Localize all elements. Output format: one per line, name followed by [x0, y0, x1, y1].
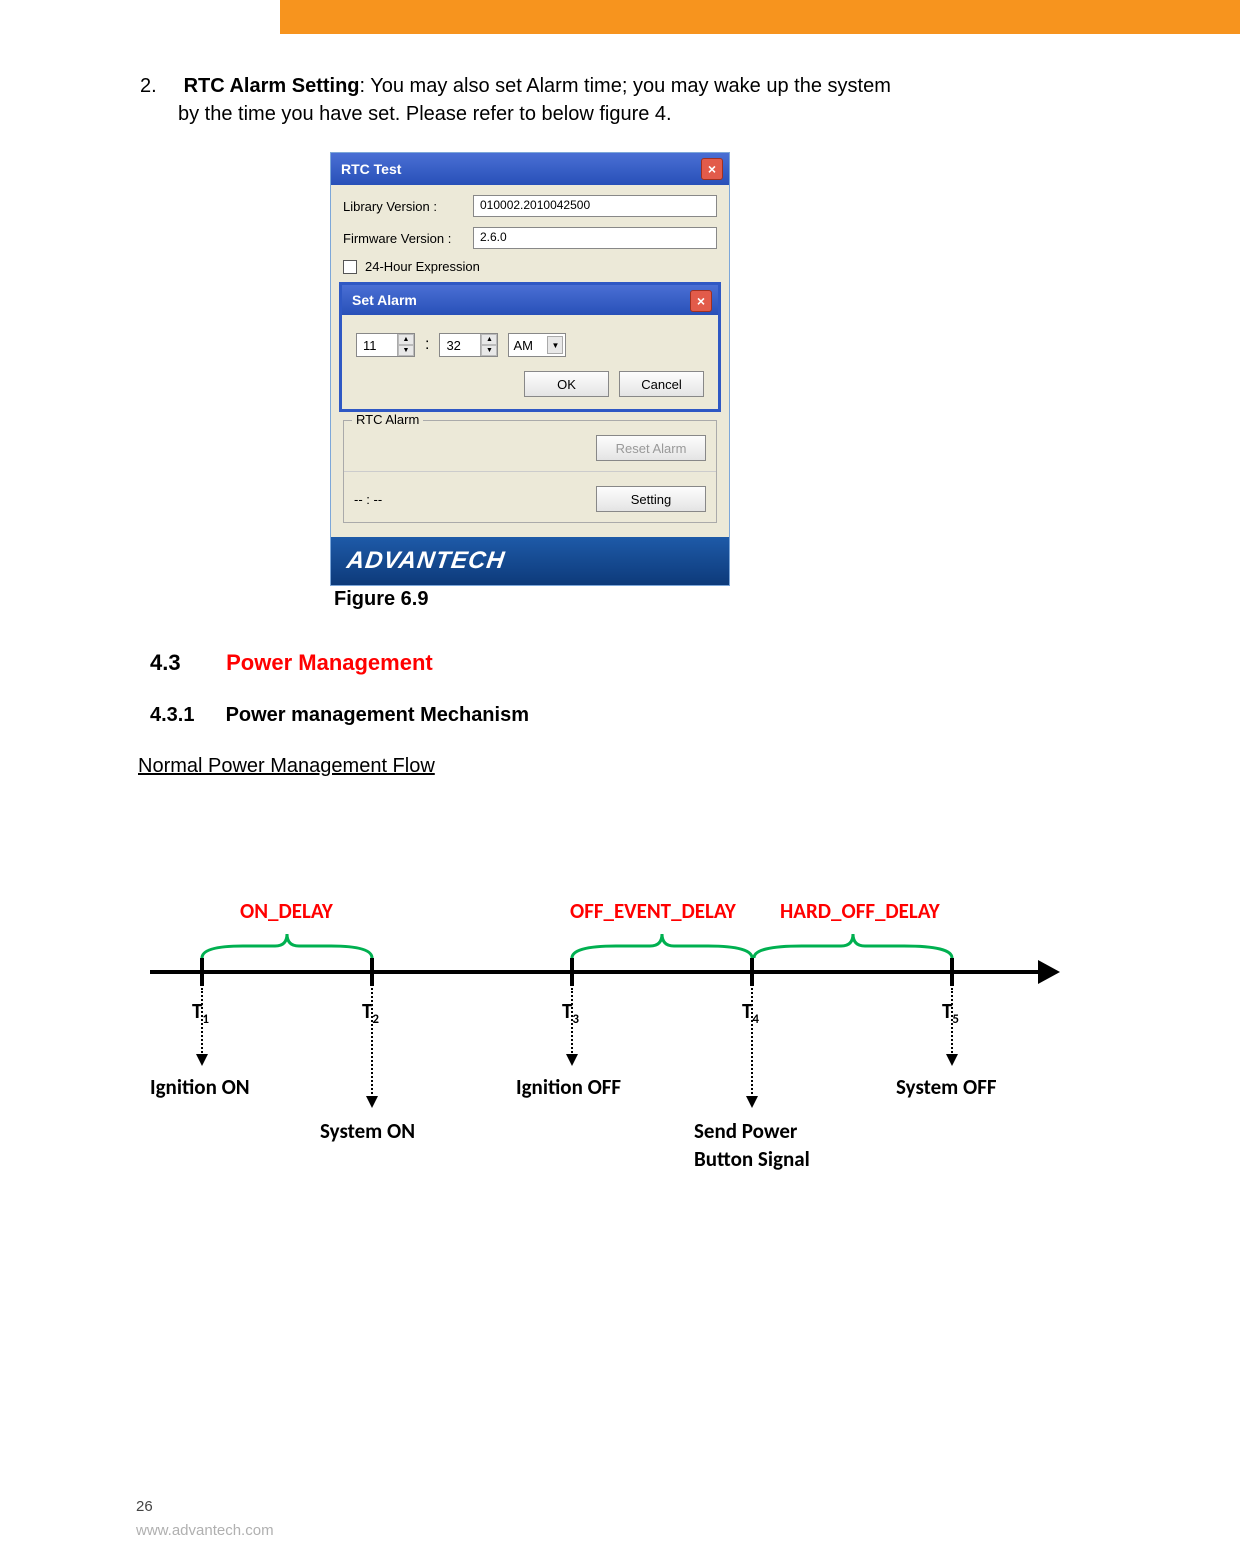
dash-t1: [201, 988, 203, 1056]
arrow-t1-icon: [196, 1054, 208, 1066]
event-ignition-on: Ignition ON: [150, 1074, 250, 1100]
alarm-inputs: 11 ▲ ▼ : 32 ▲ ▼: [356, 333, 704, 357]
chk-24h[interactable]: [343, 260, 357, 274]
ok-button[interactable]: OK: [524, 371, 609, 397]
arrow-t3-icon: [566, 1054, 578, 1066]
advantech-logo: ADVANTECH: [347, 547, 505, 575]
dash-t5: [951, 988, 953, 1056]
brace-hard-off: [752, 932, 954, 965]
ampm-val: AM: [513, 338, 533, 353]
content-area: 2. RTC Alarm Setting: You may also set A…: [140, 72, 1020, 128]
set-alarm-dialog: Set Alarm × 11 ▲ ▼ :: [339, 282, 721, 412]
lib-input[interactable]: 010002.2010042500: [473, 195, 717, 217]
event-ignition-off: Ignition OFF: [516, 1074, 621, 1100]
hour-val[interactable]: 11: [357, 338, 397, 353]
chevron-down-icon[interactable]: ▼: [547, 336, 563, 354]
ampm-select[interactable]: AM ▼: [508, 333, 566, 357]
timeline-axis: [150, 970, 1040, 974]
label-on-delay: ON_DELAY: [240, 898, 333, 924]
event-send-power-1: Send Power: [694, 1118, 797, 1144]
rtc-alarm-group: RTC Alarm Reset Alarm -- : -- Setting: [343, 420, 717, 523]
section-block: 4.3 Power Management 4.3.1 Power managem…: [150, 650, 1030, 818]
arrow-t2-icon: [366, 1096, 378, 1108]
min-spinner[interactable]: 32 ▲ ▼: [439, 333, 498, 357]
hour-down-icon[interactable]: ▼: [398, 345, 414, 356]
rtc-alarm-row1: Reset Alarm: [344, 421, 716, 472]
figure-caption: Figure 6.9: [334, 588, 730, 611]
rtc-alarm-row2: -- : -- Setting: [344, 472, 716, 522]
arrow-t4-icon: [746, 1096, 758, 1108]
section-heading: 4.3 Power Management: [150, 650, 1030, 676]
hour-spinner[interactable]: 11 ▲ ▼: [356, 333, 415, 357]
timeline-diagram: ON_DELAY OFF_EVENT_DELAY HARD_OFF_DELAY …: [150, 870, 1070, 1210]
rtc-title-text: RTC Test: [341, 161, 401, 177]
setting-button[interactable]: Setting: [596, 486, 706, 512]
lib-row: Library Version : 010002.2010042500: [343, 195, 717, 217]
alarm-dashes: -- : --: [354, 492, 382, 507]
step-cont: by the time you have set. Please refer t…: [178, 100, 1020, 128]
section-title: Power Management: [226, 650, 433, 675]
rtc-body: Library Version : 010002.2010042500 Firm…: [331, 185, 729, 537]
fw-label: Firmware Version :: [343, 231, 473, 246]
step-number: 2.: [140, 72, 178, 100]
alarm-close-icon[interactable]: ×: [690, 290, 712, 312]
min-down-icon[interactable]: ▼: [481, 345, 497, 356]
subsection-num: 4.3.1: [150, 704, 220, 727]
alarm-titlebar: Set Alarm ×: [342, 285, 718, 315]
subsection-title: Power management Mechanism: [226, 704, 529, 726]
subsection-heading: 4.3.1 Power management Mechanism: [150, 704, 1030, 727]
section-num: 4.3: [150, 650, 220, 676]
min-val[interactable]: 32: [440, 338, 480, 353]
label-hard-off-delay: HARD_OFF_DELAY: [780, 898, 940, 924]
dash-t4: [751, 988, 753, 1098]
hour-up-icon[interactable]: ▲: [398, 334, 414, 345]
advantech-footer: ADVANTECH: [331, 537, 729, 585]
alarm-body: 11 ▲ ▼ : 32 ▲ ▼: [342, 315, 718, 409]
event-system-on: System ON: [320, 1118, 415, 1144]
flow-heading: Normal Power Management Flow: [138, 755, 1030, 778]
event-send-power-2: Button Signal: [694, 1146, 810, 1172]
arrow-t5-icon: [946, 1054, 958, 1066]
footer-url: www.advantech.com: [136, 1522, 274, 1539]
alarm-title-text: Set Alarm: [352, 292, 417, 308]
rtc-window: RTC Test × Library Version : 010002.2010…: [330, 152, 730, 586]
dash-t3: [571, 988, 573, 1056]
header-white-block: [0, 0, 280, 34]
fw-row: Firmware Version : 2.6.0: [343, 227, 717, 249]
min-up-icon[interactable]: ▲: [481, 334, 497, 345]
rtc-alarm-group-label: RTC Alarm: [352, 412, 423, 427]
alarm-btn-row: OK Cancel: [356, 371, 704, 397]
time-colon: :: [425, 336, 429, 354]
step-line: 2. RTC Alarm Setting: You may also set A…: [140, 72, 1020, 100]
page-number: 26: [136, 1498, 153, 1515]
brace-on-delay: [200, 932, 374, 965]
rtc-window-wrap: RTC Test × Library Version : 010002.2010…: [330, 152, 730, 611]
dash-t2: [371, 988, 373, 1098]
label-off-event-delay: OFF_EVENT_DELAY: [570, 898, 736, 924]
chk-row: 24-Hour Expression: [343, 259, 717, 274]
step-text: RTC Alarm Setting: You may also set Alar…: [184, 75, 891, 97]
brace-off-event: [570, 932, 754, 965]
min-spin-btns: ▲ ▼: [480, 334, 497, 356]
event-system-off: System OFF: [896, 1074, 997, 1100]
reset-alarm-button[interactable]: Reset Alarm: [596, 435, 706, 461]
hour-spin-btns: ▲ ▼: [397, 334, 414, 356]
chk-label: 24-Hour Expression: [365, 259, 480, 274]
step-tail1: : You may also set Alarm time; you may w…: [360, 75, 891, 97]
lib-label: Library Version :: [343, 199, 473, 214]
arrowhead-icon: [1038, 960, 1060, 984]
rtc-titlebar: RTC Test ×: [331, 153, 729, 185]
step-bold: RTC Alarm Setting: [184, 75, 360, 97]
fw-input[interactable]: 2.6.0: [473, 227, 717, 249]
close-icon[interactable]: ×: [701, 158, 723, 180]
cancel-button[interactable]: Cancel: [619, 371, 704, 397]
